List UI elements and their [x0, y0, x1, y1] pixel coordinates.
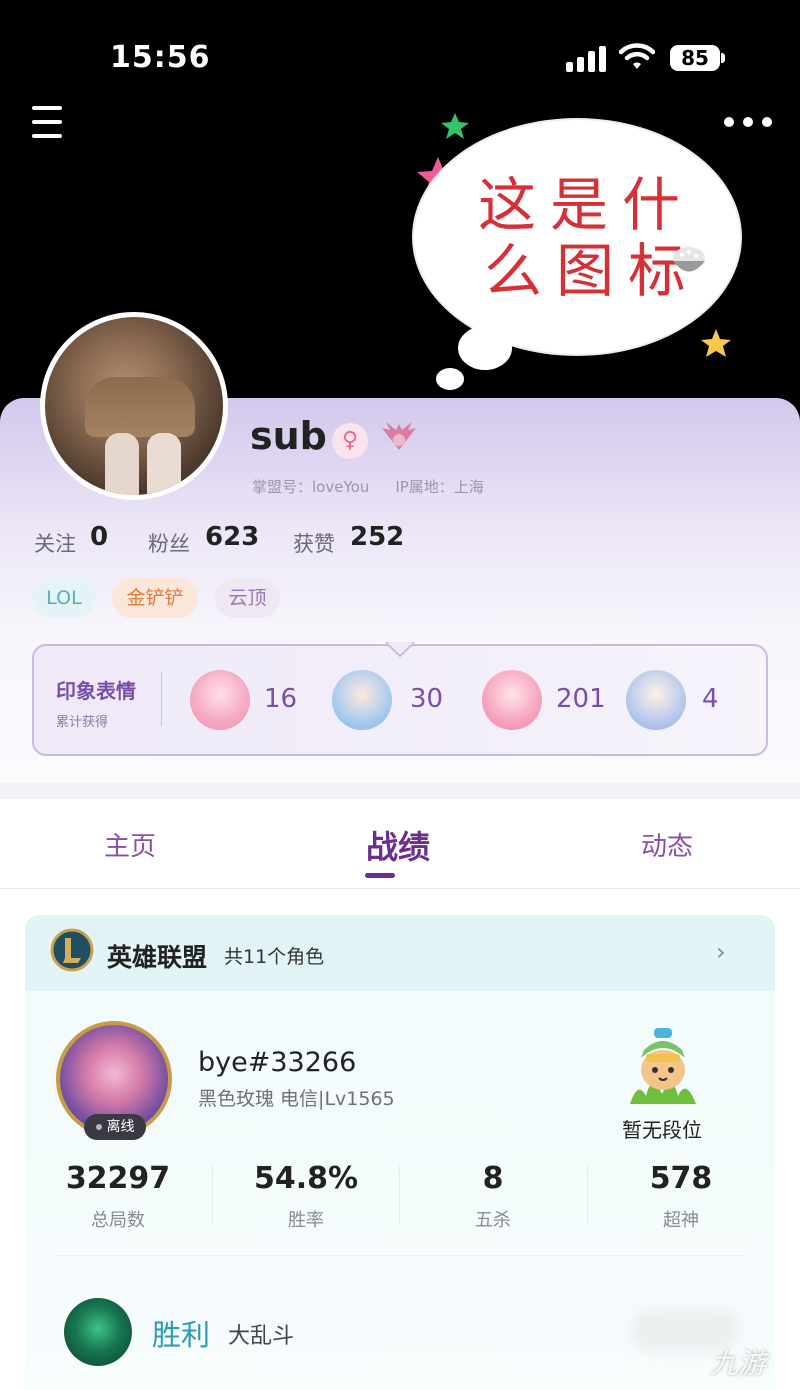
more-options-icon[interactable] [722, 114, 774, 130]
total-games-label: 总局数 [91, 1210, 145, 1231]
league-of-legends-logo-icon [50, 928, 94, 972]
cellular-signal-icon [566, 46, 606, 72]
chevron-right-icon[interactable]: › [716, 938, 726, 966]
avatar[interactable] [40, 312, 228, 500]
impression-subtitle: 累计获得 [56, 715, 109, 730]
emoji-count-3: 201 [556, 684, 606, 714]
player-server: 黑色玫瑰 电信|Lv1565 [198, 1088, 395, 1110]
following-label[interactable]: 关注 [34, 528, 76, 558]
champion-avatar[interactable] [64, 1298, 132, 1366]
impression-divider [161, 672, 162, 726]
status-text: 离线 [106, 1119, 135, 1135]
wifi-icon [619, 43, 655, 69]
emoji-wave-icon[interactable] [332, 670, 392, 730]
menu-icon[interactable] [30, 104, 64, 140]
emoji-gg-icon[interactable] [626, 670, 686, 730]
status-badge: 离线 [84, 1114, 146, 1140]
offline-dot-icon [95, 1124, 102, 1130]
status-time: 15:56 [110, 40, 211, 75]
battery-indicator: 85 [670, 45, 720, 71]
likes-label: 获赞 [293, 532, 335, 556]
yellow-star-icon [701, 329, 731, 357]
emoji-count-1: 16 [264, 684, 298, 714]
win-rate-label: 胜率 [288, 1210, 324, 1231]
emoji-count-4: 4 [702, 684, 719, 714]
watermark-logo: 九游 [710, 1347, 767, 1380]
bubble-puff-small [436, 368, 464, 390]
bubble-text-line2: 么图标 [484, 237, 701, 305]
winged-emblem-icon[interactable] [376, 420, 422, 458]
legendary-value: 578 [649, 1161, 713, 1196]
followers-label[interactable]: 粉丝 [148, 528, 190, 558]
legendary-label: 超神 [663, 1210, 699, 1231]
emoji-love-icon[interactable] [482, 670, 542, 730]
account-id: 掌盟号：loveYou [252, 478, 370, 496]
following-count[interactable]: 0 [90, 522, 108, 552]
penta-kills-value: 8 [482, 1161, 504, 1196]
tab-home[interactable]: 主页 [104, 826, 156, 863]
total-games-value: 32297 [65, 1161, 171, 1196]
tag-lol[interactable]: LOL [32, 578, 96, 618]
battery-tip [721, 53, 725, 63]
username: sub [250, 414, 327, 458]
emoji-facepalm-icon[interactable] [190, 670, 250, 730]
unranked-mascot-icon [630, 1028, 696, 1104]
match-result[interactable]: 胜利 [152, 1312, 210, 1354]
tag-yunding[interactable]: 云顶 [215, 578, 280, 618]
stats-divider [56, 1255, 746, 1256]
match-mode: 大乱斗 [228, 1324, 295, 1349]
card-notch [386, 642, 414, 658]
bubble-text-line1: 这是什 [478, 171, 695, 239]
green-star-icon [441, 113, 469, 139]
rice-bowl-icon [673, 247, 705, 272]
impression-title: 印象表情 [56, 679, 136, 703]
ip-location: IP属地：上海 [395, 478, 484, 496]
followers-count[interactable]: 623 [205, 522, 259, 552]
tab-divider [0, 888, 800, 889]
player-id: bye#33266 [198, 1047, 357, 1078]
penta-kills-label: 五杀 [475, 1210, 511, 1231]
bubble-puff [458, 326, 512, 370]
likes-count: 252 [350, 522, 405, 552]
account-meta: 掌盟号：loveYou IP属地：上海 [252, 476, 510, 497]
battery-level: 85 [681, 46, 709, 70]
tab-feed[interactable]: 动态 [641, 826, 693, 863]
female-gender-icon: ♀ [332, 423, 368, 459]
tab-active-indicator [365, 873, 395, 878]
section-gap [0, 783, 800, 799]
tag-jinchanchan[interactable]: 金铲铲 [112, 578, 198, 618]
game-title: 英雄联盟 [107, 943, 208, 972]
win-rate-value: 54.8% [253, 1161, 359, 1196]
tab-record[interactable]: 战绩 [366, 822, 430, 868]
game-role-count: 共11个角色 [224, 946, 325, 968]
emoji-count-2: 30 [410, 684, 444, 714]
rank-label: 暂无段位 [622, 1118, 702, 1142]
